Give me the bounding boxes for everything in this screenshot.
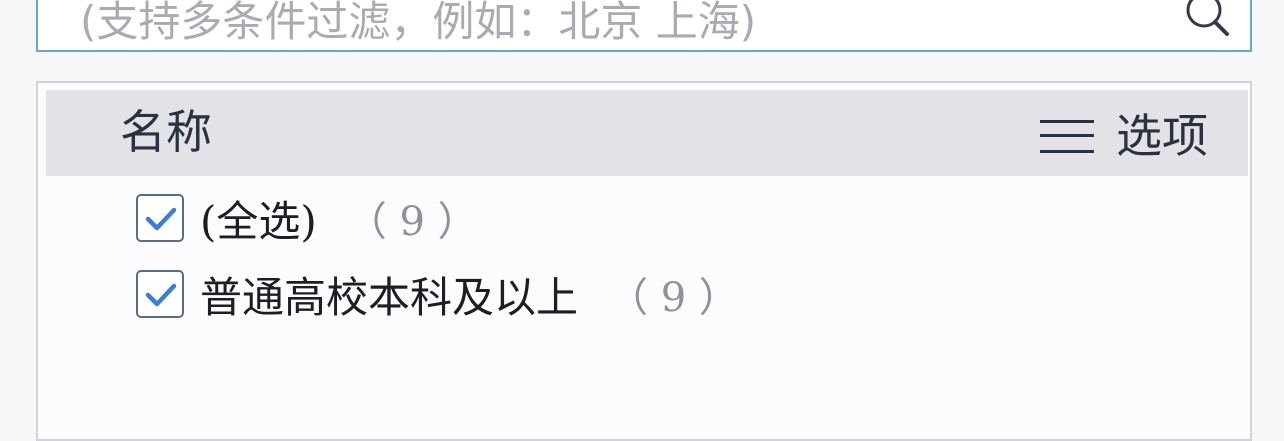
panel-header: 名称 选项 [46, 90, 1248, 176]
options-label: 选项 [1116, 109, 1208, 163]
item-count: （ 9 ） [608, 275, 739, 321]
search-input[interactable]: (支持多条件过滤，例如：北京 上海) [36, 0, 1252, 52]
item-label: (全选) [200, 196, 317, 246]
column-header-name: 名称 [120, 105, 212, 159]
checkmark-icon [145, 207, 177, 231]
item-count: （ 9 ） [346, 199, 478, 245]
select-all-checkbox[interactable] [136, 194, 184, 242]
list-item-select-all[interactable]: (全选) （ 9 ） [136, 191, 478, 246]
checkmark-icon [145, 283, 177, 307]
filter-panel: 名称 选项 (全选) （ 9 ） 普通高校本科及以上 （ 9 ） [36, 81, 1252, 441]
search-placeholder: (支持多条件过滤，例如：北京 上海) [80, 0, 757, 46]
options-button[interactable]: 选项 [1040, 106, 1208, 166]
search-icon[interactable] [1182, 0, 1234, 42]
list-item-undergraduate[interactable]: 普通高校本科及以上 （ 9 ） [136, 267, 739, 322]
item-label: 普通高校本科及以上 [200, 272, 579, 322]
menu-icon [1040, 114, 1094, 158]
item-checkbox[interactable] [136, 270, 184, 318]
